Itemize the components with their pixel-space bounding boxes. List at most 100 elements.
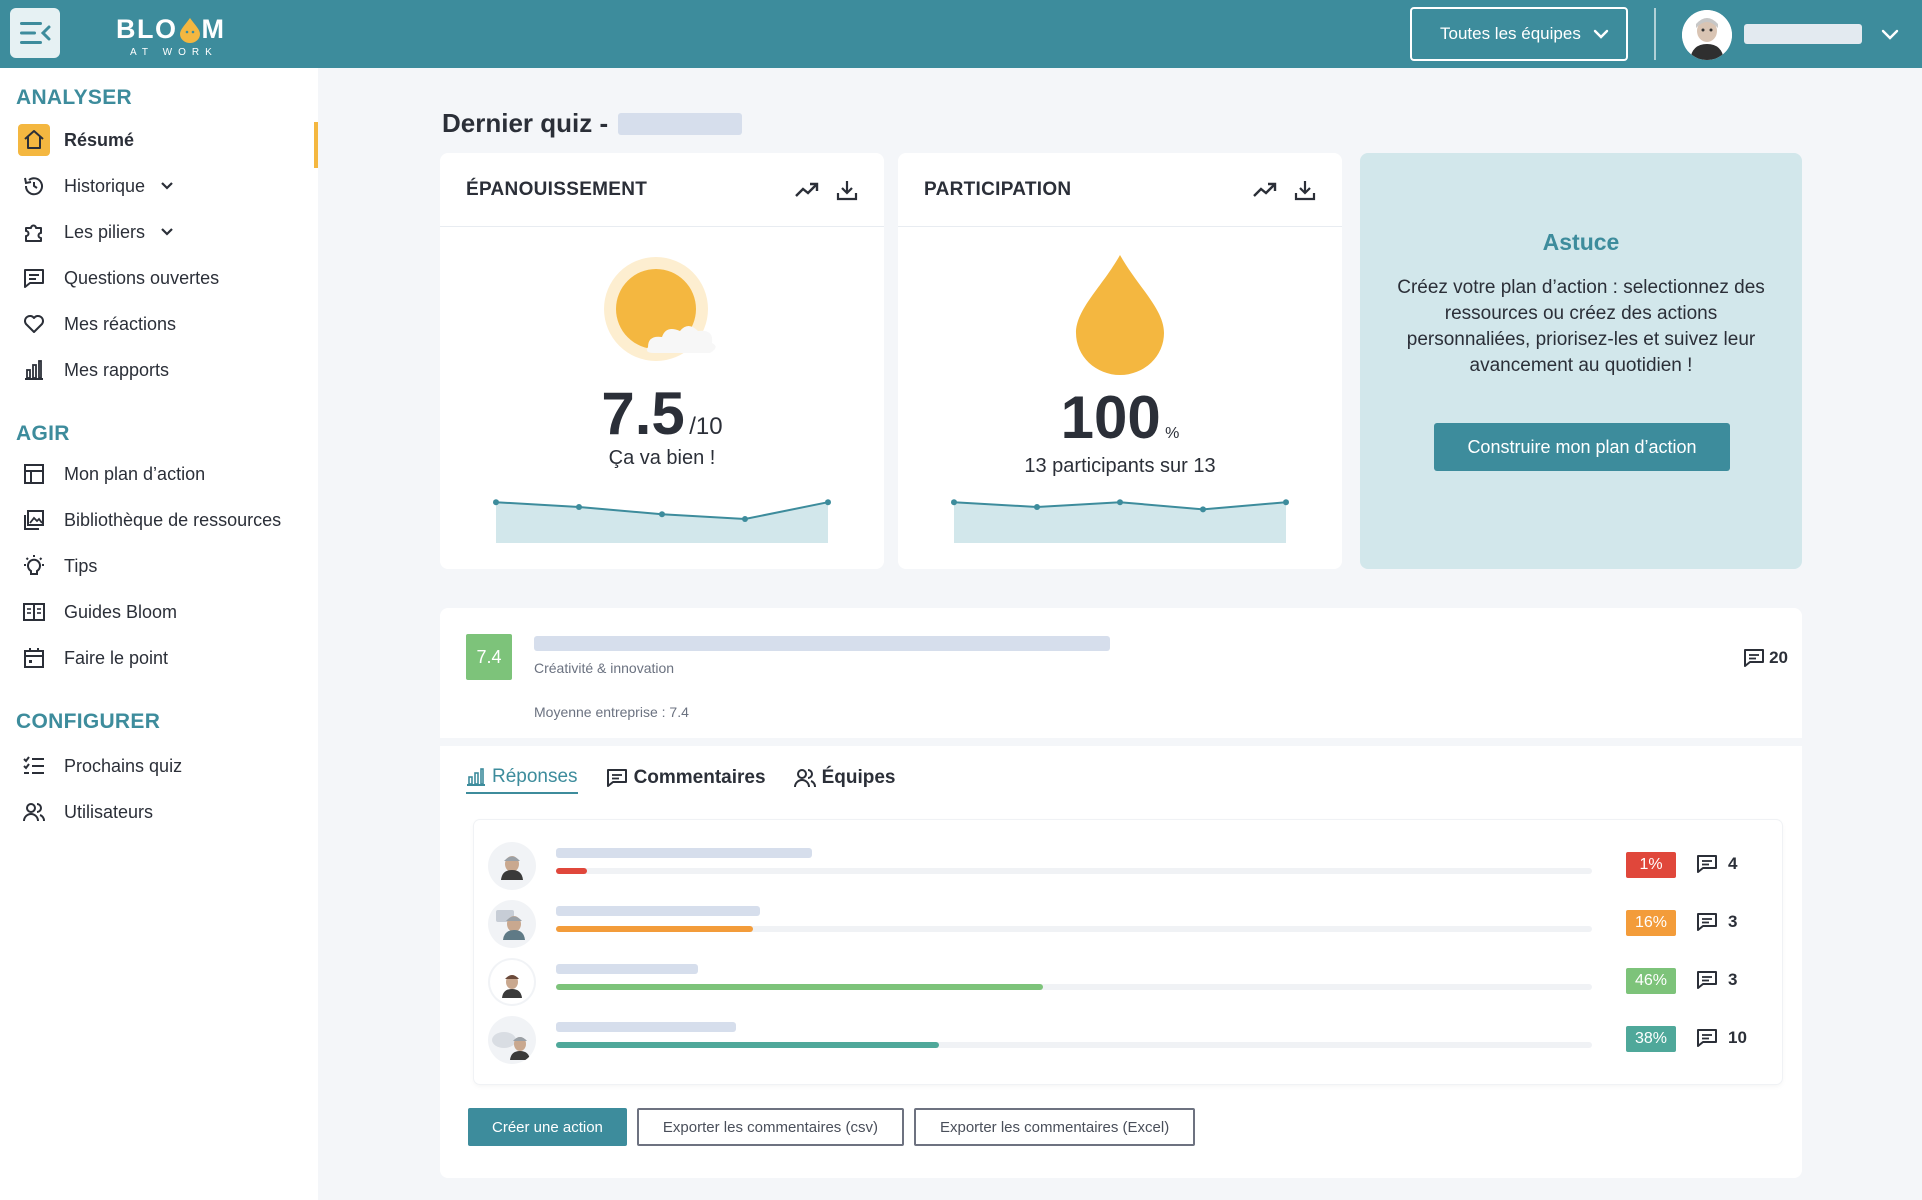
avatar-illustration-icon (501, 856, 523, 880)
chevron-down-icon[interactable] (159, 224, 175, 240)
participation-trend-chart (951, 499, 1289, 543)
page-title-text: Dernier quiz - (442, 108, 609, 138)
logo-subtitle: AT WORK (130, 47, 218, 58)
response-comments[interactable]: 4 (1696, 854, 1737, 874)
tab-equipes[interactable]: Équipes (793, 766, 895, 794)
question-comments-count[interactable]: 20 (1743, 648, 1788, 668)
card-header: ÉPANOUISSEMENT (440, 153, 884, 227)
trend-point (742, 516, 748, 522)
trend-point (1117, 499, 1123, 506)
responses-list: 1% 4 16% 3 46% 3 38% 10 (474, 820, 1782, 1084)
comment-icon (606, 769, 627, 787)
response-bar-track (556, 926, 1592, 932)
trend-point (1200, 506, 1206, 513)
response-row: 16% 3 (474, 896, 1782, 954)
response-comment-count: 10 (1728, 1028, 1747, 1047)
sidebar-item-label: Historique (64, 175, 146, 196)
participation-value: 100 % (898, 383, 1342, 452)
response-bar-track (556, 1042, 1592, 1048)
company-average: Moyenne entreprise : 7.4 (534, 704, 689, 720)
sidebar-item-plan-action[interactable]: Mon plan d’action (18, 456, 205, 492)
sidebar-item-mes-rapports[interactable]: Mes rapports (18, 352, 169, 388)
score-scale: /10 (689, 413, 723, 440)
tab-reponses[interactable]: Réponses (466, 766, 578, 794)
active-item-indicator (314, 122, 318, 168)
response-bar-track (556, 868, 1592, 874)
sidebar-item-label: Résumé (64, 129, 135, 150)
section-title-configurer: CONFIGURER (16, 710, 161, 733)
sidebar: ANALYSER Résumé Historique Les piliers Q… (0, 68, 318, 1200)
team-select-value: Toutes les équipes (1440, 24, 1581, 43)
action-buttons: Créer une action Exporter les commentair… (468, 1108, 1196, 1146)
quiz-name-placeholder (618, 112, 743, 135)
sidebar-item-mes-reactions[interactable]: Mes réactions (18, 306, 176, 342)
user-menu-chevron-icon[interactable] (1880, 24, 1900, 44)
response-comments[interactable]: 3 (1696, 970, 1737, 990)
logo-drop-icon (179, 17, 200, 43)
download-icon[interactable] (836, 179, 858, 201)
score-value: 7.5 (601, 380, 685, 447)
answer-label-placeholder (556, 906, 760, 916)
participation-unit: % (1165, 425, 1180, 442)
question-category: Créativité & innovation (534, 660, 675, 676)
trend-point (493, 499, 499, 506)
comments-count-value: 20 (1769, 648, 1788, 667)
sidebar-item-resume[interactable]: Résumé (18, 122, 134, 158)
team-select[interactable]: Toutes les équipes (1410, 7, 1628, 61)
tab-label: Réponses (492, 766, 578, 787)
sidebar-item-historique[interactable]: Historique (18, 168, 175, 204)
response-comments[interactable]: 10 (1696, 1028, 1747, 1048)
response-comment-count: 3 (1728, 970, 1738, 989)
sidebar-item-label: Mes réactions (64, 313, 177, 334)
trend-point (576, 504, 582, 510)
detail-tabs: Réponses Commentaires Équipes (466, 766, 895, 794)
sidebar-item-tips[interactable]: Tips (18, 548, 97, 584)
menu-toggle-button[interactable] (10, 8, 60, 58)
logo-text-left: BLO (116, 14, 178, 44)
tab-commentaires[interactable]: Commentaires (606, 766, 766, 794)
sidebar-item-faire-le-point[interactable]: Faire le point (18, 640, 168, 676)
epanouissement-trend-chart (493, 499, 831, 543)
sidebar-item-label: Utilisateurs (64, 801, 154, 822)
chevron-down-icon[interactable] (159, 178, 175, 194)
avatar-illustration-icon (1682, 10, 1732, 60)
answer-label-placeholder (556, 848, 812, 858)
response-bar-fill (556, 984, 1043, 990)
sidebar-item-questions-ouvertes[interactable]: Questions ouvertes (18, 260, 219, 296)
trend-area (954, 502, 1286, 543)
user-name-placeholder[interactable] (1744, 24, 1862, 44)
sidebar-item-utilisateurs[interactable]: Utilisateurs (18, 794, 153, 830)
tab-label: Commentaires (633, 767, 766, 788)
sidebar-item-guides-bloom[interactable]: Guides Bloom (18, 594, 177, 630)
bloom-logo[interactable]: BLO M AT WORK (116, 14, 226, 58)
sidebar-item-bibliotheque[interactable]: Bibliothèque de ressources (18, 502, 281, 538)
trend-up-icon[interactable] (1252, 179, 1278, 201)
trend-area (496, 502, 828, 543)
logo-text-right: M (201, 14, 226, 44)
download-icon[interactable] (1294, 179, 1316, 201)
table-icon (18, 458, 50, 490)
top-bar: BLO M AT WORK Toutes les équipes (0, 0, 1922, 68)
sidebar-item-label: Mon plan d’action (64, 463, 206, 484)
response-comment-count: 3 (1728, 912, 1738, 931)
sidebar-item-label: Mes rapports (64, 359, 170, 380)
menu-collapse-icon (20, 22, 51, 44)
card-header: PARTICIPATION (898, 153, 1342, 227)
users-icon (793, 769, 816, 788)
checklist-icon (18, 750, 50, 782)
avatar (488, 1016, 536, 1064)
create-action-button[interactable]: Créer une action (468, 1108, 627, 1146)
build-action-plan-button[interactable]: Construire mon plan d’action (1434, 423, 1730, 471)
comment-icon (1744, 649, 1765, 667)
sidebar-item-piliers[interactable]: Les piliers (18, 214, 175, 250)
history-icon (18, 170, 50, 202)
avatar-illustration-icon (490, 960, 534, 1004)
export-excel-button[interactable]: Exporter les commentaires (Excel) (913, 1108, 1196, 1146)
response-comments[interactable]: 3 (1696, 912, 1737, 932)
trend-up-icon[interactable] (794, 179, 820, 201)
epanouissement-card: ÉPANOUISSEMENT 7.5 /10 Ça va bien ! (440, 153, 884, 569)
sidebar-item-prochains-quiz[interactable]: Prochains quiz (18, 748, 182, 784)
user-avatar[interactable] (1682, 10, 1732, 60)
avatar-illustration-icon (492, 1032, 530, 1060)
export-csv-button[interactable]: Exporter les commentaires (csv) (636, 1108, 904, 1146)
